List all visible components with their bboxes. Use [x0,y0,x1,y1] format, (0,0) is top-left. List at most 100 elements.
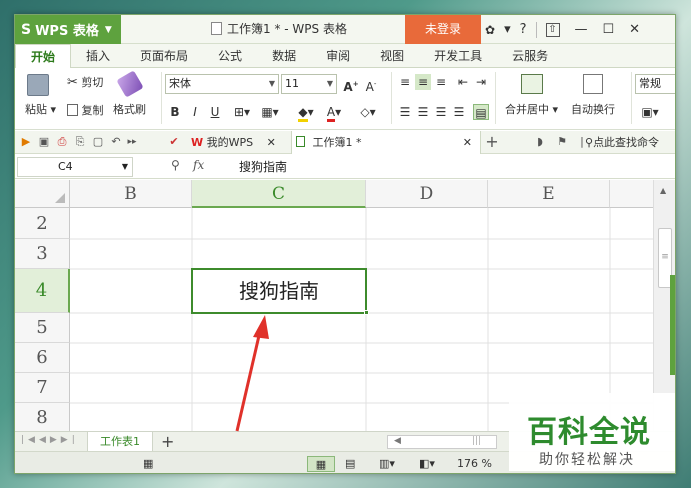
export-pdf-icon[interactable]: ⎙ [55,135,69,149]
name-box[interactable]: C4 ▼ [17,157,133,177]
sync-icon[interactable]: ◗ [533,135,547,149]
ribbon-tabs: 开始 插入 页面布局 公式 数据 审阅 视图 开发工具 云服务 [15,44,675,68]
italic-button[interactable]: I [187,104,203,120]
print-preview-icon[interactable]: ▢ [91,135,105,149]
close-icon[interactable]: ✕ [463,131,472,154]
paste-icon [27,74,49,96]
wrap-text-button[interactable]: 自动换行 [571,74,615,117]
watermark: 百科全说 助你轻松解决 [509,393,675,471]
search-icon: ⚲ [585,136,594,149]
tab-data[interactable]: 数据 [257,44,311,68]
tab-workbook1[interactable]: 工作簿1 * ✕ [291,131,481,154]
merge-icon [520,74,543,94]
tab-cloud[interactable]: 云服务 [497,44,563,68]
tab-insert[interactable]: 插入 [71,44,125,68]
close-icon[interactable]: ✕ [267,136,276,149]
align-left-button[interactable]: ☰ [397,104,413,120]
cut-button[interactable]: ✂ 剪切 [67,74,103,90]
align-center-button[interactable]: ☰ [415,104,431,120]
horizontal-scrollbar[interactable]: ◀ ||| [387,435,497,449]
side-panel-toggle[interactable] [670,275,675,375]
scroll-up-icon[interactable]: ▲ [660,186,666,195]
copy-button[interactable]: 复制 [67,102,104,118]
sheet-nav-icons[interactable]: |◀◀▶▶| [21,435,79,445]
flag-icon[interactable]: ⚑ [555,135,569,149]
app-menu-button[interactable]: S WPS 表格 ▼ [15,15,121,44]
window-title: 工作簿1 * - WPS 表格 [211,15,347,44]
ribbon: 粘贴 ▾ ✂ 剪切 复制 格式刷 宋体 ▼ 11 ▼ A+ A- B I U ⊞▾ … [15,68,675,130]
fill-handle[interactable] [364,310,369,315]
add-sheet-button[interactable]: + [161,432,174,451]
command-search[interactable]: ⚲点此查找命令 [585,131,675,154]
insert-function-button[interactable]: fx [193,158,204,172]
login-button[interactable]: 未登录 [405,15,481,44]
open-folder-icon[interactable]: ▶ [19,135,33,149]
bold-button[interactable]: B [167,104,183,120]
undo-icon[interactable]: ↶ [109,135,123,149]
formula-bar: C4 ▼ ⚲ fx 搜狗指南 [15,155,675,179]
tab-home[interactable]: 开始 [15,44,72,68]
reading-mode-button[interactable]: ◧▾ [419,456,435,472]
scroll-left-icon[interactable]: ◀ [394,436,401,446]
decrease-indent-button[interactable]: ⇤ [455,74,471,90]
paste-button[interactable]: 粘贴 ▾ [25,74,56,117]
tab-view[interactable]: 视图 [365,44,419,68]
pin-ribbon-icon[interactable]: ⇧ [545,22,560,37]
fill-color-button[interactable]: ◆▾ [293,104,319,122]
align-middle-button[interactable]: ≡ [415,74,431,90]
tab-my-wps[interactable]: W 我的WPS ✕ [187,131,291,154]
decrease-font-button[interactable]: A- [363,76,379,94]
divider [161,72,162,124]
sheet-tab-1[interactable]: 工作表1 [87,432,153,452]
align-top-button[interactable]: ≡ [397,74,413,90]
zoom-level[interactable]: 176 % [457,456,492,472]
zoom-lens-icon[interactable]: ⚲ [171,158,180,172]
tab-developer[interactable]: 开发工具 [419,44,497,68]
formula-input[interactable]: 搜狗指南 [233,157,673,177]
print-icon[interactable]: ⎘ [73,135,87,149]
shirt-icon[interactable]: ▾ [504,22,511,37]
border-button[interactable]: ⊞▾ [229,104,255,120]
minimize-button[interactable]: — [575,22,588,37]
underline-button[interactable]: U [207,104,223,120]
align-right-button[interactable]: ☰ [433,104,449,120]
increase-font-button[interactable]: A+ [343,76,359,94]
format-painter-button[interactable]: 格式刷 [113,70,146,117]
page-break-view-button[interactable]: ▤ [345,456,355,472]
justify-button[interactable]: ☰ [451,104,467,120]
calendar-icon[interactable]: ▦ [143,456,153,472]
app-name: WPS 表格 [35,24,99,39]
checkmark-icon[interactable]: ✔ [167,135,181,149]
font-name-select[interactable]: 宋体 ▼ [165,74,279,94]
quick-access-bar: ▶ ▣ ⎙ ⎘ ▢ ↶ ▸▸ ✔ W 我的WPS ✕ 工作簿1 * ✕ + ◗ … [15,131,675,154]
watermark-title: 百科全说 [527,415,651,450]
increase-indent-button[interactable]: ⇥ [473,74,489,90]
normal-view-button[interactable]: ▦ [307,456,335,472]
wrap-icon [583,74,603,94]
new-tab-button[interactable]: + [485,134,499,150]
tab-formulas[interactable]: 公式 [203,44,257,68]
clear-format-button[interactable]: ◇▾ [355,104,381,120]
distributed-button[interactable]: ▤ [473,104,489,120]
chevron-down-icon[interactable]: ▼ [122,158,128,176]
help-icon[interactable]: ? [520,22,527,37]
number-format-select[interactable]: 常规 [635,74,675,94]
close-button[interactable]: ✕ [629,22,640,37]
divider [391,72,392,124]
tab-page-layout[interactable]: 页面布局 [125,44,203,68]
font-color-button[interactable]: A▾ [321,104,347,122]
align-bottom-button[interactable]: ≡ [433,74,449,90]
save-icon[interactable]: ▣ [37,135,51,149]
font-size-select[interactable]: 11 ▼ [281,74,337,94]
fill-pattern-button[interactable]: ▦▾ [257,104,283,120]
more-icon[interactable]: ▸▸ [125,135,139,149]
copy-icon [67,104,78,116]
page-layout-view-button[interactable]: ▥▾ [379,456,395,472]
skin-icon[interactable]: ✿ [485,23,495,37]
tab-review[interactable]: 审阅 [311,44,365,68]
active-cell-c4[interactable]: 搜狗指南 [191,268,367,314]
merge-center-button[interactable]: 合并居中 ▾ [505,74,558,117]
divider [631,72,632,124]
maximize-button[interactable]: ☐ [603,22,615,37]
conditional-format-icon[interactable]: ▣▾ [639,104,661,120]
